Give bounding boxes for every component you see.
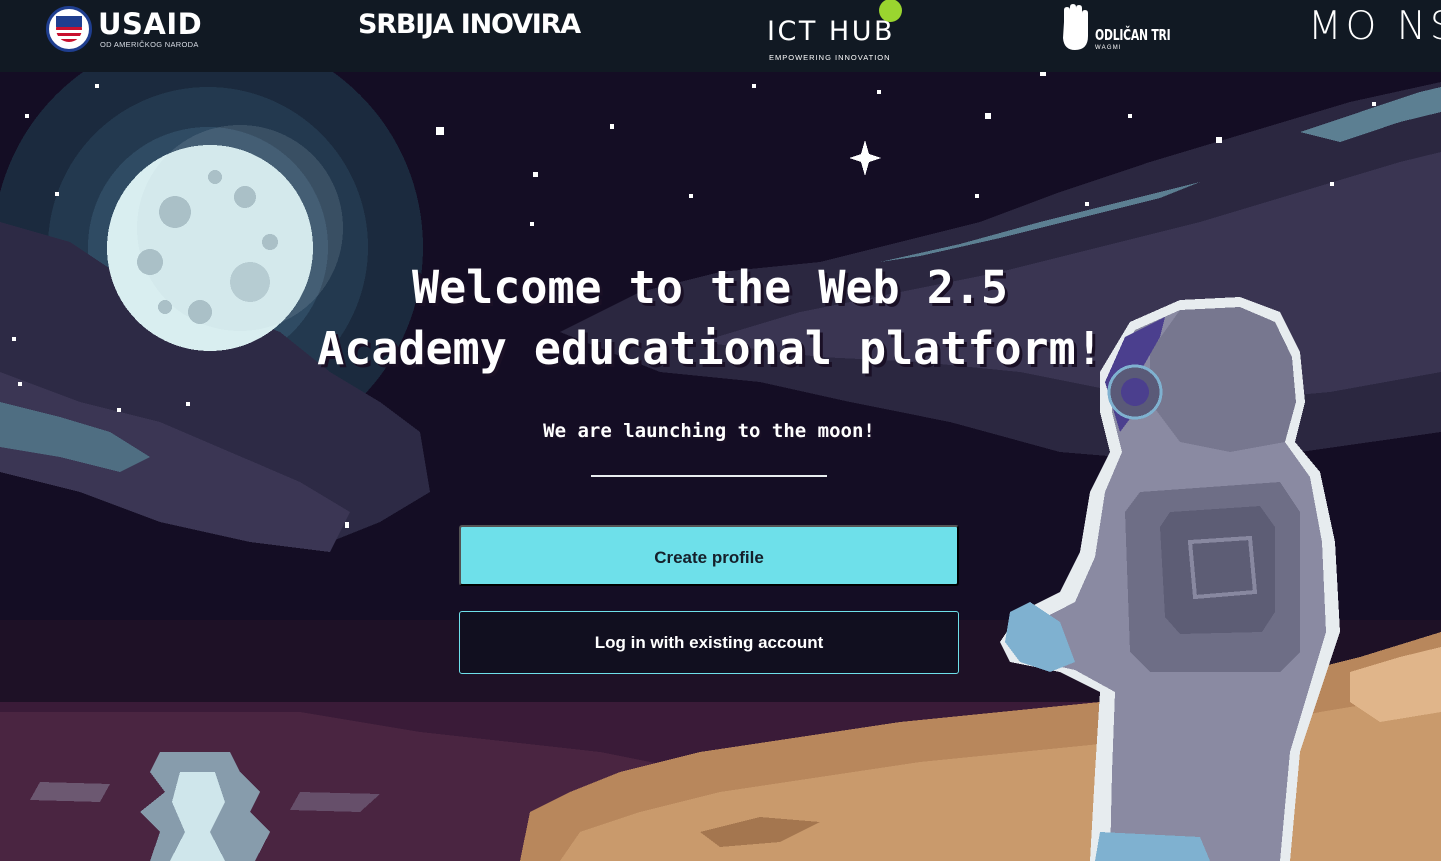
hero-title-line-1: Welcome to the Web 2.5 (411, 261, 1009, 314)
ict-hub-logo-name: ICT HUB (767, 16, 895, 47)
usaid-seal-icon (46, 6, 92, 52)
moonstation-logo-name: MO NST (1308, 4, 1441, 49)
usaid-logo-name: USAID (98, 7, 203, 41)
hand-icon (1063, 4, 1088, 50)
odlican-tri-logo-tagline: WAGMI (1095, 45, 1122, 51)
srbija-inovira-logo-name: SRBIJA INOVIRA (358, 9, 581, 40)
login-existing-account-button[interactable]: Log in with existing account (459, 611, 959, 674)
hero-divider (591, 475, 827, 477)
odlican-tri-logo-name: ODLIČAN TRI (1095, 26, 1171, 44)
hero-title-line-2: Academy educational platform! (317, 322, 1103, 375)
ict-hub-dot-icon (879, 0, 902, 22)
ict-hub-logo[interactable]: ICT HUB EMPOWERING INNOVATION (767, 0, 907, 66)
usaid-logo[interactable]: USAID OD AMERIČKOG NARODA (46, 6, 206, 52)
pixel-space-scene (0, 72, 1441, 861)
srbija-inovira-logo[interactable]: SRBIJA INOVIRA (358, 9, 581, 41)
moonstation-logo[interactable]: MO NST (1308, 5, 1441, 49)
create-profile-button[interactable]: Create profile (459, 525, 959, 586)
usaid-logo-tagline: OD AMERIČKOG NARODA (100, 40, 199, 49)
ict-hub-logo-tagline: EMPOWERING INNOVATION (769, 53, 891, 62)
odlican-tri-logo[interactable]: ODLIČAN TRI WAGMI (1060, 4, 1171, 54)
hero-subtitle: We are launching to the moon! (543, 420, 875, 442)
partner-logo-bar: USAID OD AMERIČKOG NARODA SRBIJA INOVIRA… (0, 0, 1441, 72)
hero-title: Welcome to the Web 2.5 Academy education… (270, 257, 1150, 379)
hero-section: Welcome to the Web 2.5 Academy education… (0, 72, 1441, 861)
